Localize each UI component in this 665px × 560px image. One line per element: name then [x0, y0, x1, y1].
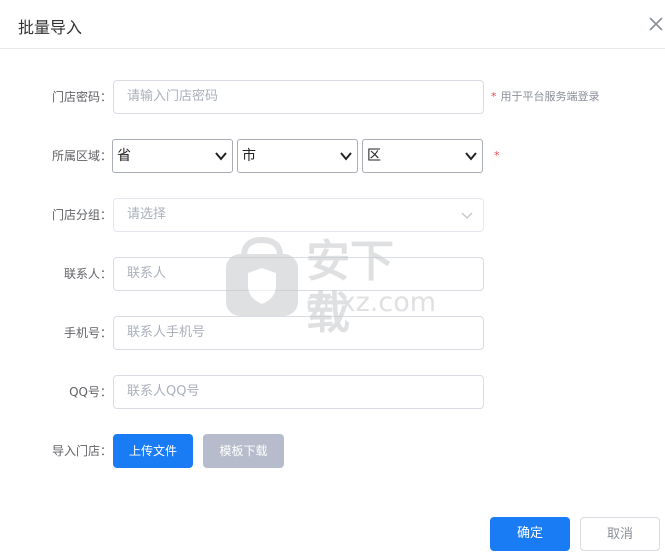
dialog-title: 批量导入 — [18, 18, 83, 37]
batch-import-dialog: 批量导入 门店密码： 请输入门店密码 * 用于平台服务端登录 所属区域： 省 市 … — [0, 0, 665, 560]
chevron-down-icon — [461, 212, 473, 219]
watermark-domain: anxz.com — [306, 287, 437, 318]
password-hint-text: 用于平台服务端登录 — [500, 90, 600, 103]
qq-row: QQ号： 联系人QQ号 — [0, 375, 665, 409]
phone-label: 手机号： — [63, 326, 112, 340]
group-label: 门店分组： — [51, 208, 112, 222]
password-label: 门店密码： — [51, 90, 112, 104]
region-required-star: * — [494, 149, 500, 162]
city-value: 市 — [242, 148, 256, 164]
district-value: 区 — [367, 148, 381, 164]
province-value: 省 — [117, 148, 131, 164]
group-row: 门店分组： 请选择 — [0, 198, 665, 232]
dialog-header: 批量导入 — [0, 0, 665, 49]
import-label: 导入门店： — [51, 444, 112, 458]
shield-bag-icon — [226, 236, 298, 316]
province-select[interactable]: 省 — [112, 139, 233, 173]
password-input[interactable]: 请输入门店密码 — [113, 80, 484, 114]
required-star: * — [491, 90, 497, 103]
contact-label: 联系人： — [63, 267, 112, 281]
chevron-down-icon — [465, 152, 477, 161]
import-row: 导入门店： 上传文件 模板下载 — [0, 434, 665, 468]
qq-input[interactable]: 联系人QQ号 — [113, 375, 484, 409]
upload-file-button[interactable]: 上传文件 — [113, 434, 193, 468]
city-select[interactable]: 市 — [237, 139, 358, 173]
template-download-button[interactable]: 模板下载 — [203, 434, 284, 468]
qq-label: QQ号： — [69, 385, 112, 399]
close-icon[interactable] — [647, 15, 665, 33]
cancel-button[interactable]: 取消 — [580, 517, 660, 551]
chevron-down-icon — [215, 152, 227, 161]
watermark-logo: 安下载 anxz.com — [222, 236, 437, 339]
district-select[interactable]: 区 — [362, 139, 483, 173]
region-label: 所属区域： — [51, 149, 112, 163]
password-row: 门店密码： 请输入门店密码 * 用于平台服务端登录 — [0, 80, 665, 114]
password-hint: * 用于平台服务端登录 — [491, 80, 600, 114]
region-row: 所属区域： 省 市 区 * — [0, 139, 665, 173]
confirm-button[interactable]: 确定 — [490, 517, 570, 551]
chevron-down-icon — [340, 152, 352, 161]
group-placeholder: 请选择 — [127, 207, 167, 222]
dialog-footer: 确定 取消 — [0, 517, 665, 551]
group-select[interactable]: 请选择 — [113, 198, 484, 232]
